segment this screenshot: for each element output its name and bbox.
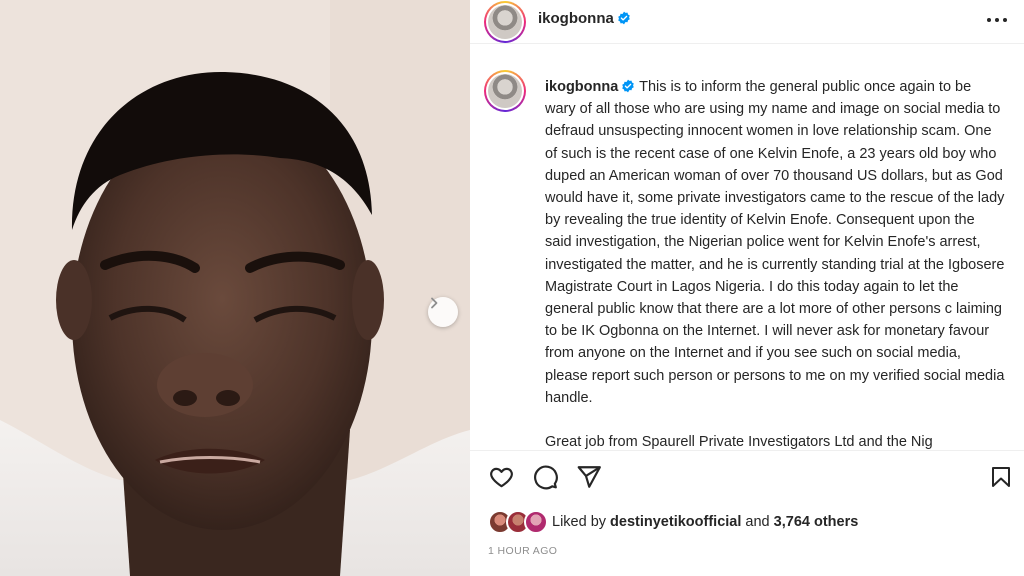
caption-paragraph-1: This is to inform the general public onc… bbox=[545, 79, 1005, 406]
post-timestamp[interactable]: 1 HOUR AGO bbox=[488, 545, 557, 557]
action-bar bbox=[470, 460, 1024, 494]
likes-count[interactable]: 3,764 others bbox=[774, 514, 859, 530]
divider bbox=[470, 450, 1024, 451]
post-details-panel: ikogbonna ikogbonna This is to inform th… bbox=[470, 0, 1024, 576]
caption-section: ikogbonna This is to inform the general … bbox=[470, 64, 1024, 450]
caption-username[interactable]: ikogbonna bbox=[545, 79, 618, 95]
liker-avatar bbox=[524, 510, 548, 534]
send-icon[interactable] bbox=[576, 464, 602, 490]
comment-icon[interactable] bbox=[532, 464, 559, 490]
bookmark-icon[interactable] bbox=[989, 464, 1013, 490]
liker-username[interactable]: destinyetikoofficial bbox=[610, 514, 741, 530]
author-avatar[interactable] bbox=[484, 1, 526, 43]
chevron-right-icon bbox=[431, 297, 438, 309]
caption-text: ikogbonna This is to inform the general … bbox=[545, 76, 1005, 450]
post-media[interactable] bbox=[0, 0, 470, 576]
post-header: ikogbonna bbox=[470, 0, 1024, 44]
author-username[interactable]: ikogbonna bbox=[538, 10, 614, 27]
more-options-icon[interactable] bbox=[986, 12, 1008, 28]
verified-badge-icon bbox=[618, 11, 630, 25]
caption-author-avatar[interactable] bbox=[484, 70, 526, 112]
avatar-image bbox=[488, 5, 522, 39]
caption-paragraph-2: Great job from Spaurell Private Investig… bbox=[545, 434, 933, 450]
likes-text: Liked by destinyetikoofficial and 3,764 … bbox=[552, 514, 859, 530]
liker-avatars[interactable] bbox=[488, 510, 550, 534]
post-photo bbox=[0, 0, 470, 576]
avatar-image bbox=[488, 74, 522, 108]
likes-summary: Liked by destinyetikoofficial and 3,764 … bbox=[488, 509, 858, 535]
next-media-button[interactable] bbox=[428, 297, 458, 327]
heart-icon[interactable] bbox=[488, 464, 515, 490]
author-username-link[interactable]: ikogbonna bbox=[538, 10, 631, 27]
verified-badge-icon bbox=[622, 79, 635, 93]
